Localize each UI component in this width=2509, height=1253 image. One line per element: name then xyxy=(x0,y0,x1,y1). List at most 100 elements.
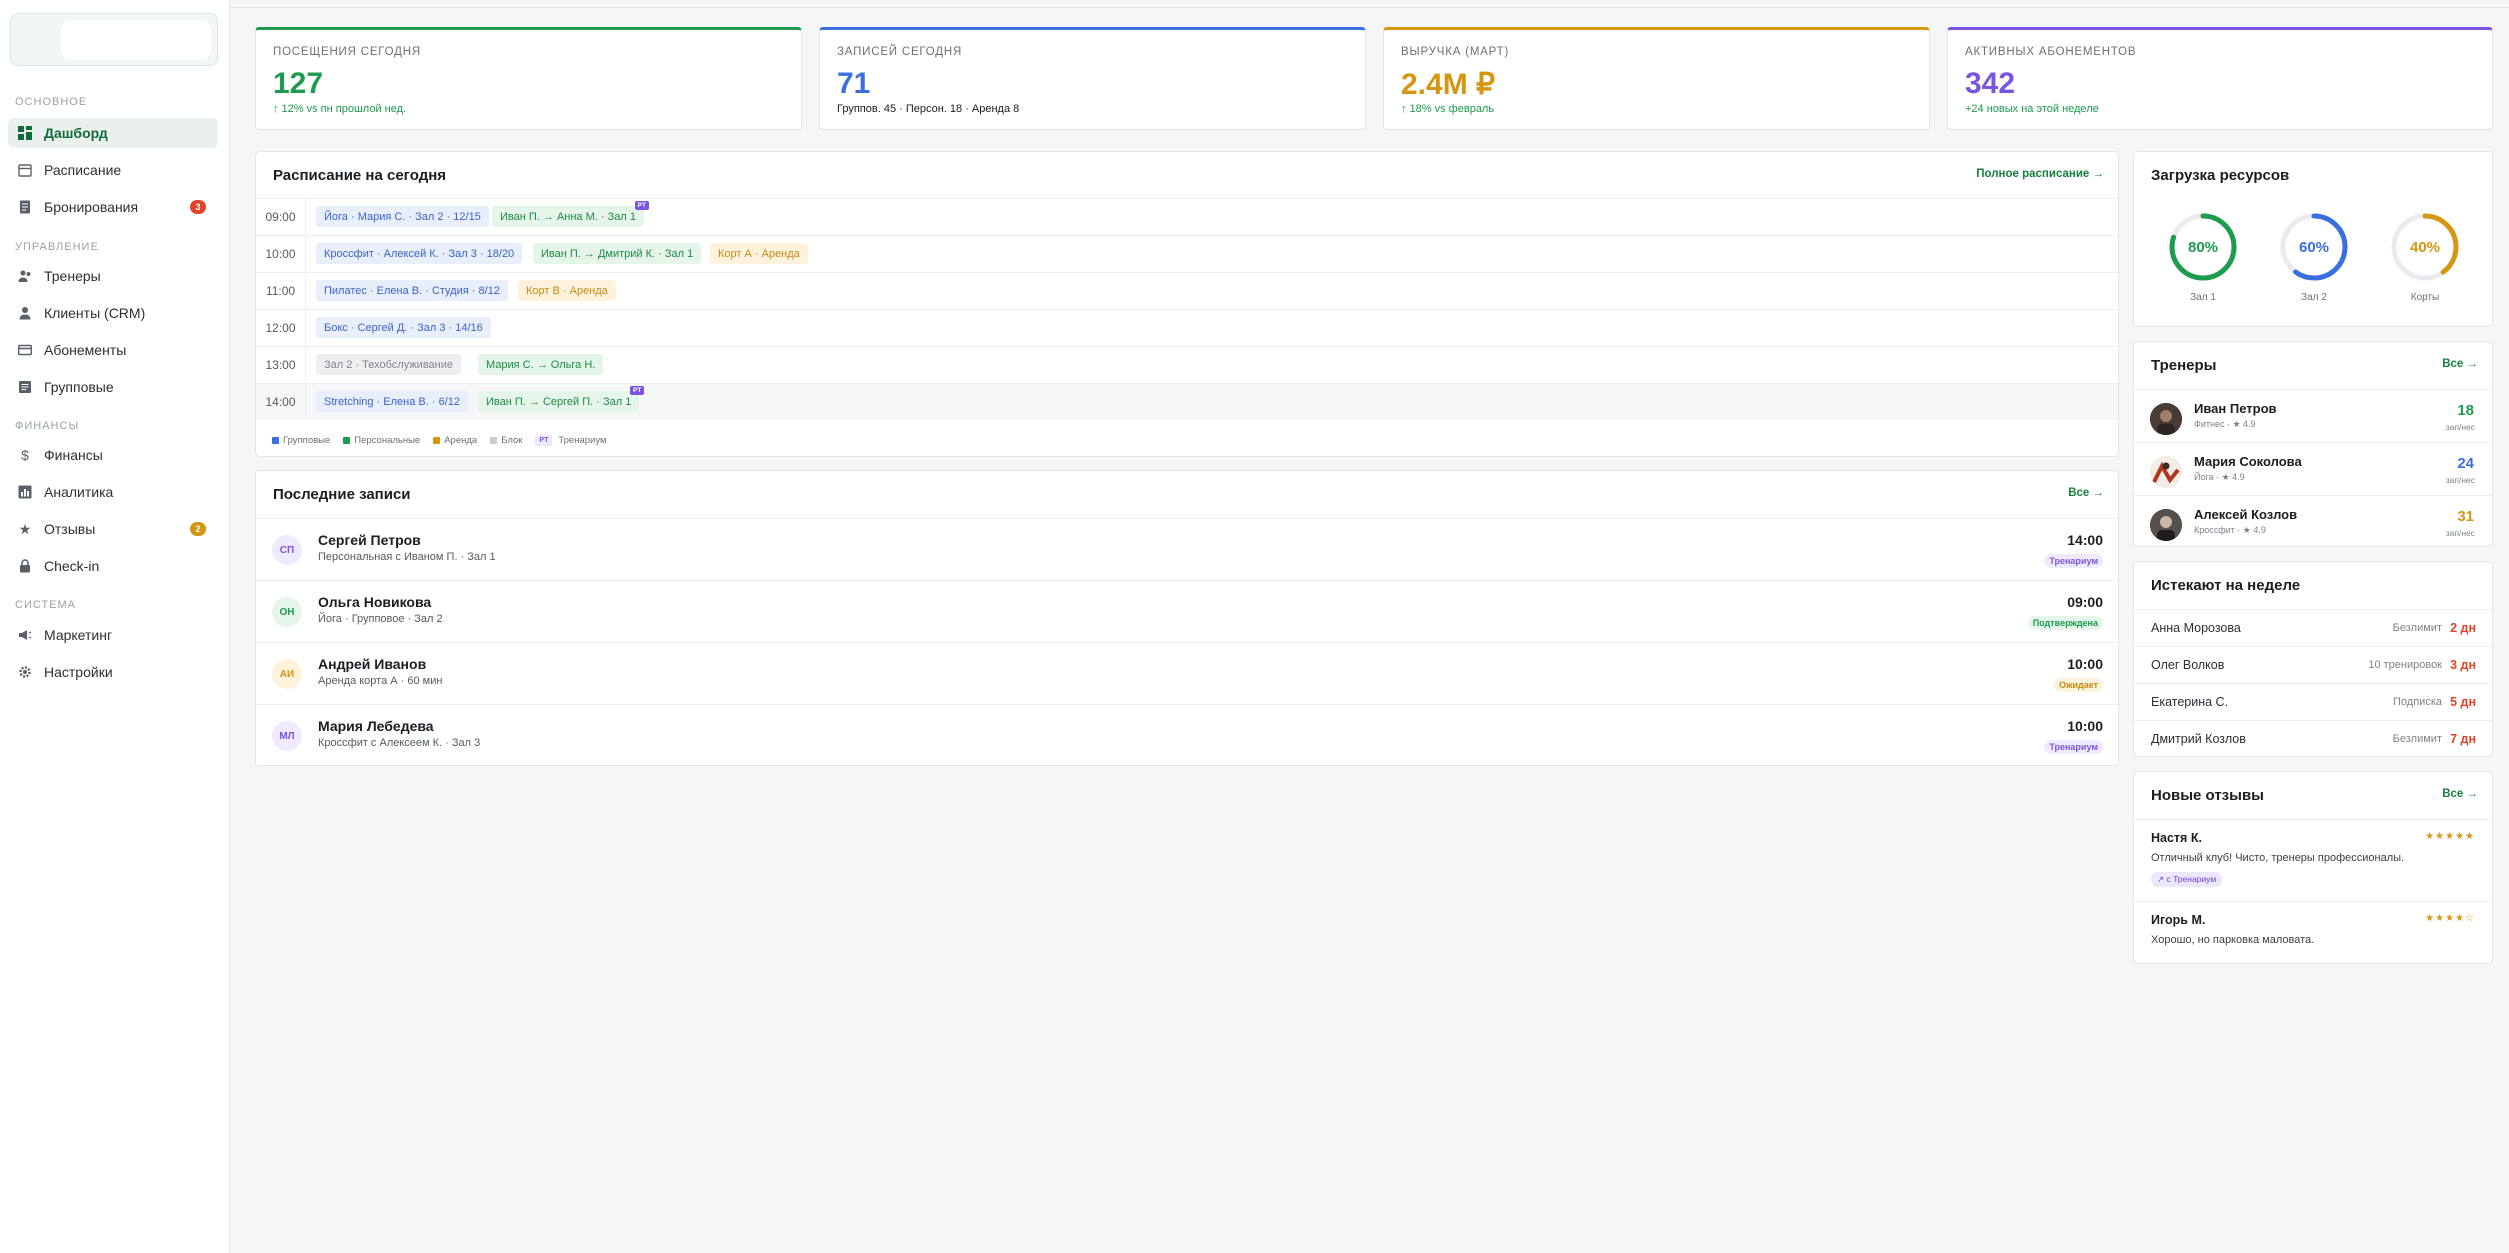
dollar-icon: $ xyxy=(21,447,29,463)
chart-icon xyxy=(18,485,32,499)
schedule-time: 12:00 xyxy=(256,310,306,346)
stat-card-bookings: ЗАПИСЕЙ СЕГОДНЯ 71 Группов. 45 · Персон.… xyxy=(819,27,1366,130)
all-reviews-link[interactable]: Все → xyxy=(2442,788,2478,800)
full-schedule-link[interactable]: Полное расписание → xyxy=(1976,168,2104,180)
stat-card-revenue: ВЫРУЧКА (МАРТ) 2.4M ₽ ↑ 18% vs февраль xyxy=(1383,27,1930,130)
status-badge: Ожидает xyxy=(2054,678,2103,692)
review-stars: ★★★★★ xyxy=(2425,831,2475,842)
stat-value: 2.4M ₽ xyxy=(1401,68,1496,101)
schedule-time: 09:00 xyxy=(256,199,306,235)
review-author: Игорь М. xyxy=(2151,913,2206,927)
avatar xyxy=(2150,509,2182,541)
trainer-name: Алексей Козлов xyxy=(2194,507,2298,522)
sidebar-item-finance[interactable]: $ Финансы xyxy=(8,440,218,470)
resources-title: Загрузка ресурсов xyxy=(2151,167,2290,184)
stat-label: ПОСЕЩЕНИЯ СЕГОДНЯ xyxy=(273,46,421,58)
all-trainers-link[interactable]: Все → xyxy=(2442,358,2478,370)
schedule-chip[interactable]: Зал 2 · Техобслуживание xyxy=(316,354,461,375)
gauge-label: Корты xyxy=(2410,292,2440,303)
expiring-row[interactable]: Дмитрий Козлов Безлимит 7 дн xyxy=(2134,720,2492,757)
stat-sub: ↑ 12% vs пн прошлой нед. xyxy=(273,103,407,115)
sidebar-item-analytics[interactable]: Аналитика xyxy=(8,477,218,507)
resource-gauge: 40% Корты xyxy=(2388,210,2462,303)
booking-desc: Кроссфит с Алексеем К. · Зал 3 xyxy=(318,737,481,749)
booking-row[interactable]: ОН Ольга Новикова Йога · Групповое · Зал… xyxy=(256,580,2118,642)
review-author: Настя К. xyxy=(2151,831,2202,845)
schedule-chip[interactable]: Бокс · Сергей Д. · Зал 3 · 14/16 xyxy=(316,317,491,338)
schedule-chip[interactable]: Иван П. → Дмитрий К. · Зал 1 xyxy=(533,243,702,264)
schedule-chip[interactable]: Иван П. → Анна М. · Зал 1 PT xyxy=(492,201,649,227)
stat-label: ЗАПИСЕЙ СЕГОДНЯ xyxy=(837,46,963,58)
booking-name: Мария Лебедева xyxy=(318,718,434,734)
status-badge: Тренариум xyxy=(2044,740,2103,754)
schedule-chip[interactable]: Иван П. → Сергей П. · Зал 1 PT xyxy=(478,386,645,412)
trainer-row[interactable]: Иван Петров Фитнес · ★ 4.9 18 зап/нес xyxy=(2134,389,2492,442)
all-bookings-link[interactable]: Все → xyxy=(2068,487,2104,499)
schedule-time: 13:00 xyxy=(256,347,306,383)
booking-row[interactable]: АИ Андрей Иванов Аренда корта А · 60 мин… xyxy=(256,642,2118,704)
sidebar-item-settings[interactable]: Настройки xyxy=(8,657,218,687)
expiring-row[interactable]: Екатерина С. Подписка 5 дн xyxy=(2134,683,2492,720)
section-label-main: ОСНОВНОЕ xyxy=(15,96,88,108)
schedule-chip[interactable]: Корт А · Аренда xyxy=(710,243,808,264)
review-item: Настя К. ★★★★★ Отличный клуб! Чисто, тре… xyxy=(2134,819,2492,901)
sidebar-item-trainers[interactable]: Тренеры xyxy=(8,261,218,291)
expiring-row[interactable]: Анна Морозова Безлимит 2 дн xyxy=(2134,609,2492,646)
booking-name: Сергей Петров xyxy=(318,532,421,548)
trainer-row[interactable]: Алексей Козлов Кроссфит · ★ 4.9 31 зап/н… xyxy=(2134,495,2492,548)
expiring-days: 7 дн xyxy=(2450,732,2476,746)
document-icon xyxy=(18,200,32,214)
booking-desc: Персональная с Иваном П. · Зал 1 xyxy=(318,551,496,563)
booking-row[interactable]: СП Сергей Петров Персональная с Иваном П… xyxy=(256,518,2118,580)
booking-row[interactable]: МЛ Мария Лебедева Кроссфит с Алексеем К.… xyxy=(256,704,2118,766)
reviews-card: Новые отзывы Все → Настя К. ★★★★★ Отличн… xyxy=(2133,771,2493,964)
recent-bookings-card: Последние записи Все → СП Сергей Петров … xyxy=(255,470,2119,766)
user-icon xyxy=(18,306,32,320)
schedule-chip[interactable]: Корт В · Аренда xyxy=(518,280,616,301)
sidebar-item-clients[interactable]: Клиенты (CRM) xyxy=(8,298,218,328)
sidebar-item-label: Настройки xyxy=(44,664,113,680)
stat-value: 71 xyxy=(837,67,871,100)
trainer-count: 18 xyxy=(2457,402,2474,419)
sidebar-item-schedule[interactable]: Расписание xyxy=(8,155,218,185)
expiring-row[interactable]: Олег Волков 10 тренировок 3 дн xyxy=(2134,646,2492,683)
schedule-chip[interactable]: Stretching · Елена В. · 6/12 xyxy=(316,391,469,412)
gauge-value: 80% xyxy=(2188,239,2218,256)
schedule-chip[interactable]: Мария С. → Ольга Н. xyxy=(478,354,604,375)
sidebar-item-label: Клиенты (CRM) xyxy=(44,305,146,321)
expiring-name: Олег Волков xyxy=(2151,658,2225,672)
sidebar-item-memberships[interactable]: Абонементы xyxy=(8,335,218,365)
gear-icon xyxy=(18,665,32,679)
status-badge: Подтверждена xyxy=(2027,616,2103,630)
avatar xyxy=(2150,403,2182,435)
review-source-tag[interactable]: ↗ с Тренариум xyxy=(2151,872,2223,887)
sidebar-item-bookings[interactable]: Бронирования 3 xyxy=(8,192,218,222)
stat-value: 342 xyxy=(1965,67,2016,100)
review-item: Игорь М. ★★★★☆ Хорошо, но парковка малов… xyxy=(2134,901,2492,964)
avatar: МЛ xyxy=(272,721,302,751)
trainer-row[interactable]: Мария Соколова Йога · ★ 4.9 24 зап/нес xyxy=(2134,442,2492,495)
schedule-chip[interactable]: Пилатес · Елена В. · Студия · 8/12 xyxy=(316,280,508,301)
trainer-unit: зап/нес xyxy=(2445,422,2475,432)
sidebar-item-groups[interactable]: Групповые xyxy=(8,372,218,402)
legend-block: Блок xyxy=(501,435,523,446)
logo[interactable] xyxy=(10,13,218,66)
schedule-title: Расписание на сегодня xyxy=(273,167,447,184)
trainer-count: 31 xyxy=(2457,508,2474,525)
trainer-unit: зап/нес xyxy=(2445,475,2475,485)
schedule-card: Расписание на сегодня Полное расписание … xyxy=(255,151,2119,457)
expiring-name: Анна Морозова xyxy=(2151,621,2241,635)
sidebar-item-checkin[interactable]: Check-in xyxy=(8,551,218,581)
schedule-chip[interactable]: Кроссфит · Алексей К. · Зал 3 · 18/20 xyxy=(316,243,523,264)
sidebar-item-dashboard[interactable]: Дашборд xyxy=(8,118,218,148)
resource-gauge: 60% Зал 2 xyxy=(2277,210,2351,303)
stat-label: ВЫРУЧКА (МАРТ) xyxy=(1401,46,1510,58)
sidebar-item-reviews[interactable]: ★ Отзывы 2 xyxy=(8,514,218,544)
sidebar-item-label: Маркетинг xyxy=(44,627,113,643)
schedule-chip[interactable]: Йога · Мария С. · Зал 2 · 12/15 xyxy=(316,206,489,227)
expiring-days: 2 дн xyxy=(2450,621,2476,635)
stat-sub: ↑ 18% vs февраль xyxy=(1401,103,1495,115)
sidebar-item-marketing[interactable]: Маркетинг xyxy=(8,620,218,650)
trainer-unit: зап/нес xyxy=(2445,528,2475,538)
legend-personal: Персональные xyxy=(354,435,421,446)
